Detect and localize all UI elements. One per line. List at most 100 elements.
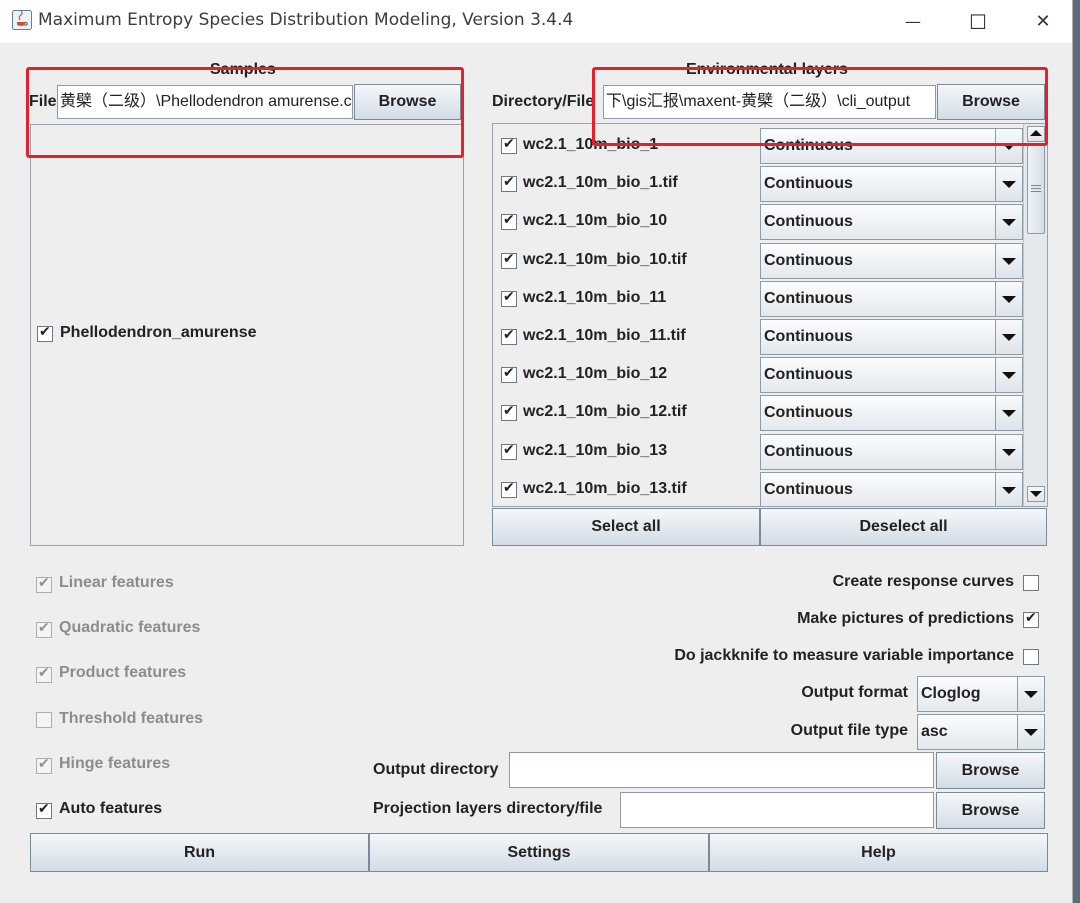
check-icon: ✔	[503, 250, 515, 267]
dropdown-button[interactable]	[1017, 715, 1044, 749]
env-layer-row: ✔ wc2.1_10m_bio_13 Continuous	[493, 433, 1023, 471]
env-layer-checkbox[interactable]: ✔	[501, 174, 517, 193]
chevron-down-icon	[1002, 448, 1016, 456]
close-button[interactable]: ✕	[1010, 0, 1076, 43]
run-button[interactable]: Run	[30, 833, 369, 872]
env-layer-type-select[interactable]: Continuous	[760, 204, 1023, 241]
env-layer-name: wc2.1_10m_bio_13.tif	[523, 479, 687, 497]
chevron-down-icon	[1002, 219, 1016, 227]
chevron-down-icon	[1002, 257, 1016, 265]
check-icon: ✔	[38, 665, 50, 681]
env-layer-type-value: Continuous	[764, 442, 853, 460]
scroll-down-icon	[1030, 491, 1042, 497]
linear-features-checkbox[interactable]: ✔	[36, 575, 52, 593]
check-icon: ✔	[38, 801, 50, 817]
check-icon: ✔	[503, 212, 515, 229]
env-scrollbar[interactable]	[1023, 124, 1047, 506]
species-label: Phellodendron_amurense	[60, 324, 257, 341]
env-layer-checkbox[interactable]: ✔	[501, 289, 517, 307]
env-layer-row: ✔ wc2.1_10m_bio_13.tif Continuous	[493, 471, 1023, 506]
quadratic-features-checkbox[interactable]: ✔	[36, 620, 52, 638]
env-layer-checkbox[interactable]: ✔	[501, 212, 517, 231]
deselect-all-button[interactable]: Deselect all	[760, 508, 1047, 546]
dropdown-button[interactable]	[995, 434, 1022, 469]
env-layer-checkbox[interactable]: ✔	[501, 136, 517, 154]
jackknife-checkbox[interactable]	[1023, 649, 1039, 665]
env-layer-name: wc2.1_10m_bio_12.tif	[523, 403, 687, 421]
minimize-button[interactable]: —	[880, 0, 946, 43]
env-layer-type-select[interactable]: Continuous	[760, 395, 1023, 432]
response-curves-label: Create response curves	[832, 573, 1014, 590]
make-pictures-label: Make pictures of predictions	[797, 610, 1014, 627]
env-layer-checkbox[interactable]: ✔	[501, 250, 517, 269]
dropdown-button[interactable]	[995, 205, 1022, 240]
help-button[interactable]: Help	[709, 833, 1048, 872]
hinge-features-checkbox[interactable]: ✔	[36, 756, 52, 774]
env-layer-row: ✔ wc2.1_10m_bio_1.tif Continuous	[493, 165, 1023, 203]
env-layer-type-select[interactable]: Continuous	[760, 242, 1023, 279]
check-icon: ✔	[503, 174, 515, 191]
env-layer-type-value: Continuous	[764, 328, 853, 345]
settings-button[interactable]: Settings	[369, 833, 709, 872]
env-layer-type-select[interactable]: Continuous	[760, 319, 1023, 355]
env-layer-checkbox[interactable]: ✔	[501, 365, 517, 384]
env-layer-type-select[interactable]: Continuous	[760, 166, 1023, 203]
dropdown-button[interactable]	[995, 396, 1022, 431]
maximize-icon: ☐	[969, 9, 987, 34]
env-layer-name: wc2.1_10m_bio_11	[523, 288, 667, 306]
dropdown-button[interactable]	[995, 472, 1022, 506]
select-all-button[interactable]: Select all	[492, 508, 760, 546]
dropdown-button[interactable]	[995, 167, 1022, 202]
env-layer-checkbox[interactable]: ✔	[501, 441, 517, 460]
species-checkbox[interactable]: ✔	[37, 324, 53, 342]
env-layer-type-value: Continuous	[764, 404, 853, 422]
env-layer-type-select[interactable]: Continuous	[760, 280, 1023, 317]
output-directory-field[interactable]	[509, 752, 934, 788]
env-layer-type-value: Continuous	[764, 175, 853, 193]
check-icon: ✔	[38, 620, 50, 636]
chevron-down-icon	[1002, 372, 1016, 380]
env-layer-checkbox[interactable]: ✔	[501, 403, 517, 422]
dropdown-button[interactable]	[995, 320, 1022, 354]
chevron-down-icon	[1024, 691, 1038, 698]
projection-layers-label: Projection layers directory/file	[373, 800, 603, 817]
env-layer-name: wc2.1_10m_bio_12	[523, 365, 668, 383]
dropdown-button[interactable]	[995, 281, 1022, 316]
output-type-select[interactable]: asc	[917, 714, 1045, 750]
dropdown-button[interactable]	[1017, 677, 1044, 711]
product-features-checkbox[interactable]: ✔	[36, 665, 52, 683]
output-format-select[interactable]: Cloglog	[917, 676, 1045, 712]
threshold-features-checkbox[interactable]	[36, 712, 52, 728]
env-layer-type-select[interactable]: Continuous	[760, 357, 1023, 394]
chevron-down-icon	[1002, 334, 1016, 341]
make-pictures-checkbox[interactable]: ✔	[1023, 610, 1039, 628]
env-layer-checkbox[interactable]: ✔	[501, 480, 517, 498]
product-features-label: Product features	[59, 664, 187, 681]
check-icon: ✔	[503, 441, 515, 458]
scroll-down-button[interactable]	[1027, 486, 1045, 502]
env-layer-checkbox[interactable]: ✔	[501, 327, 517, 345]
title-bar: Maximum Entropy Species Distribution Mod…	[0, 0, 1072, 43]
env-layer-type-select[interactable]: Continuous	[760, 433, 1023, 470]
check-icon: ✔	[503, 403, 515, 420]
dropdown-button[interactable]	[995, 358, 1022, 393]
auto-features-checkbox[interactable]: ✔	[36, 801, 52, 819]
env-dir-label: Directory/File	[492, 93, 595, 110]
env-layer-name: wc2.1_10m_bio_10	[523, 212, 668, 230]
check-icon: ✔	[1025, 610, 1037, 626]
env-layer-type-select[interactable]: Continuous	[760, 471, 1023, 506]
output-type-label: Output file type	[790, 722, 908, 739]
auto-features-label: Auto features	[59, 800, 163, 817]
dropdown-button[interactable]	[995, 243, 1022, 278]
output-directory-browse-button[interactable]: Browse	[936, 752, 1045, 789]
quadratic-features-label: Quadratic features	[59, 619, 201, 636]
scroll-thumb[interactable]	[1027, 144, 1045, 234]
response-curves-checkbox[interactable]	[1023, 575, 1039, 591]
env-layer-row: ✔ wc2.1_10m_bio_10.tif Continuous	[493, 242, 1023, 280]
jackknife-label: Do jackknife to measure variable importa…	[674, 647, 1014, 664]
projection-layers-browse-button[interactable]: Browse	[936, 792, 1045, 829]
maximize-button[interactable]: ☐	[945, 0, 1011, 43]
minimize-icon: —	[905, 12, 921, 31]
output-type-value: asc	[921, 723, 948, 740]
projection-layers-field[interactable]	[620, 792, 934, 828]
